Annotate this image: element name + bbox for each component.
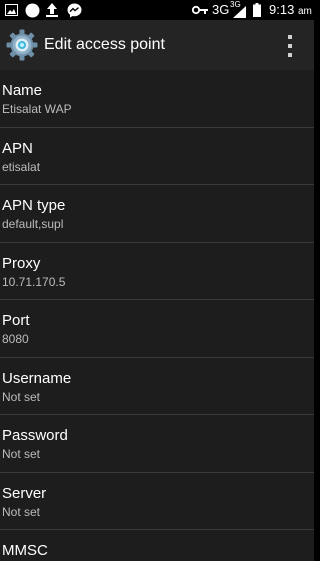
pref-title: APN type (2, 197, 66, 214)
battery-icon (252, 2, 262, 18)
pref-server[interactable]: Server Not set (0, 473, 314, 530)
pref-port[interactable]: Port 8080 (0, 300, 314, 358)
upload-icon (45, 2, 59, 18)
pref-proxy[interactable]: Proxy 10.71.170.5 (0, 243, 314, 300)
pref-summary: Not set (2, 447, 41, 461)
pref-title: Password (2, 427, 68, 444)
pref-title: Server (2, 484, 47, 502)
clock-time: 9:13 (269, 2, 295, 17)
page-title: Edit access point (44, 36, 165, 53)
pref-title: Name (2, 82, 43, 99)
pref-summary: Not set (2, 389, 41, 404)
pref-summary: Not set (2, 504, 41, 519)
pref-title: Username (2, 369, 72, 387)
network-type: 3G (212, 2, 230, 17)
circle-icon (24, 2, 40, 18)
pref-apn[interactable]: APN etisalat (0, 128, 314, 185)
pref-title: Port (2, 312, 30, 329)
key-icon (192, 2, 208, 18)
pref-title: APN (2, 139, 33, 157)
pref-mmsc[interactable]: MMSC (0, 530, 314, 561)
action-bar: Edit access point (0, 20, 314, 70)
apn-settings-list: Name Etisalat WAP APN etisalat APN type … (0, 70, 314, 561)
messenger-icon (66, 2, 82, 18)
pref-summary: etisalat (2, 159, 41, 174)
pref-password[interactable]: Password Not set (0, 415, 314, 473)
pref-username[interactable]: Username Not set (0, 358, 314, 415)
pref-title: MMSC (2, 542, 48, 559)
pref-summary: Etisalat WAP (2, 102, 72, 116)
status-bar: 3G 3G 9:13 am (0, 0, 314, 20)
clock: 9:13 am (269, 2, 312, 20)
settings-gear-icon[interactable] (6, 29, 38, 61)
pref-summary: 8080 (2, 332, 29, 346)
pref-title: Proxy (2, 254, 41, 272)
clock-ampm: am (297, 6, 312, 17)
signal-icon (232, 4, 246, 20)
image-icon (4, 2, 18, 18)
pref-summary: default,supl (2, 217, 64, 231)
pref-name[interactable]: Name Etisalat WAP (0, 70, 314, 128)
pref-summary: 10.71.170.5 (2, 274, 66, 289)
overflow-menu-icon[interactable] (282, 35, 298, 57)
pref-apn-type[interactable]: APN type default,supl (0, 185, 314, 243)
